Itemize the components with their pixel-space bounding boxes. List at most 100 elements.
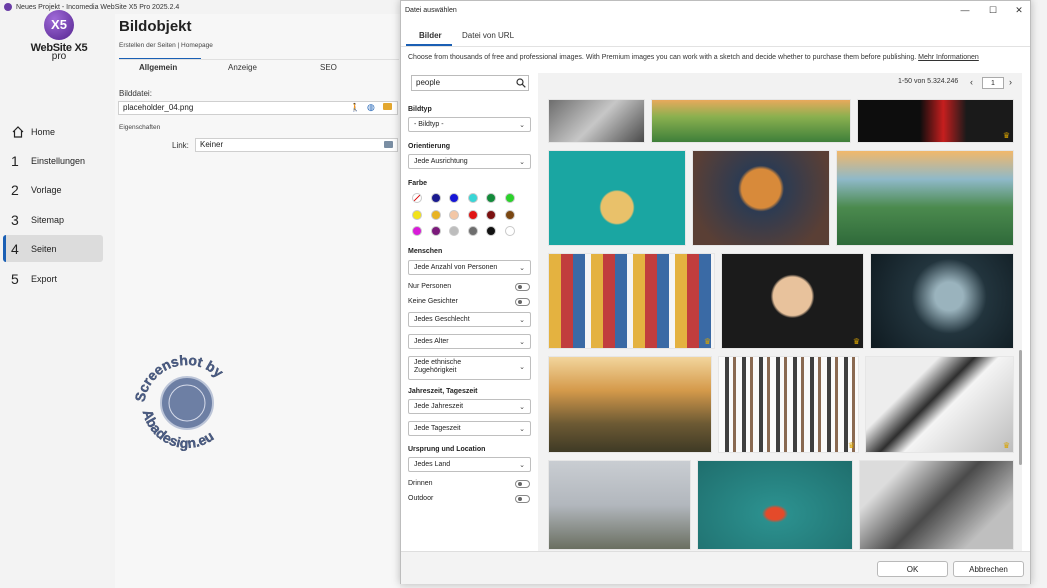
close-icon[interactable]: ✕ (1012, 3, 1026, 17)
nav-item-export[interactable]: 5 Export (3, 265, 103, 292)
image-thumb[interactable] (548, 99, 645, 143)
crown-icon: ♛ (852, 337, 860, 346)
nav-item-home[interactable]: Home (3, 118, 103, 145)
select-value: Jede Anzahl von Personen (414, 264, 498, 271)
minimize-button[interactable]: — (958, 3, 972, 17)
nav-item-sitemap[interactable]: 3 Sitemap (3, 206, 103, 233)
color-label: Farbe (408, 180, 428, 187)
color-swatch[interactable] (449, 193, 459, 203)
chevron-down-icon: ⌄ (519, 317, 525, 324)
page-input[interactable]: 1 (982, 77, 1004, 89)
color-swatch[interactable] (504, 226, 515, 236)
search-input[interactable]: people (411, 75, 529, 91)
gender-select[interactable]: Jedes Geschlecht ⌄ (408, 312, 531, 327)
nav-number: 5 (11, 270, 19, 287)
app-logo-icon (4, 3, 12, 11)
nav-item-vorlage[interactable]: 2 Vorlage (3, 176, 103, 203)
info-link[interactable]: Mehr Informationen (918, 54, 979, 61)
tab-bilder[interactable]: Bilder (419, 31, 442, 40)
image-thumb[interactable] (692, 150, 830, 246)
select-value: - Bildtyp - (414, 121, 444, 128)
prev-page-button[interactable]: ‹ (970, 77, 973, 87)
color-swatch[interactable] (430, 209, 441, 220)
search-icon[interactable] (516, 78, 526, 88)
color-swatch[interactable] (486, 209, 496, 220)
origin-label: Ursprung und Location (408, 446, 486, 453)
only-people-toggle[interactable] (515, 283, 530, 291)
tab-allgemein[interactable]: Allgemein (139, 63, 177, 72)
season-select[interactable]: Jede Jahreszeit ⌄ (408, 399, 531, 414)
bildtyp-label: Bildtyp (408, 106, 432, 113)
select-value: Jedes Geschlecht (414, 316, 470, 323)
daytime-select[interactable]: Jede Tageszeit ⌄ (408, 421, 531, 436)
tab-datei-von-url[interactable]: Datei von URL (462, 31, 514, 40)
people-label: Menschen (408, 248, 443, 255)
image-thumb[interactable] (836, 150, 1014, 246)
color-swatch[interactable] (412, 209, 422, 220)
image-thumb[interactable]: ♛ (548, 253, 715, 349)
color-swatch[interactable] (412, 226, 422, 236)
outdoor-toggle[interactable] (515, 495, 530, 503)
link-label: Link: (172, 141, 189, 150)
tab-anzeige[interactable]: Anzeige (228, 63, 257, 72)
nav-item-seiten[interactable]: 4 Seiten (3, 235, 103, 262)
image-thumb[interactable]: ♛ (718, 356, 859, 453)
color-swatch[interactable] (504, 193, 515, 203)
person-icon[interactable]: 🚶 (350, 103, 360, 112)
nav-label: Export (31, 273, 58, 284)
home-icon (12, 125, 24, 138)
select-value: Jede Jahreszeit (414, 403, 464, 410)
color-swatch[interactable] (449, 209, 459, 220)
image-thumb[interactable] (859, 460, 1014, 550)
image-thumb[interactable]: ♛ (857, 99, 1014, 143)
color-swatch[interactable] (449, 226, 459, 236)
link-edit-icon[interactable] (384, 141, 393, 148)
color-swatch[interactable] (467, 226, 478, 236)
image-thumb[interactable]: ♛ (721, 253, 864, 349)
image-thumb[interactable] (651, 99, 851, 143)
chevron-down-icon: ⌄ (519, 159, 525, 166)
color-swatch[interactable] (467, 209, 478, 220)
filter-panel (401, 70, 538, 550)
no-faces-toggle[interactable] (515, 298, 530, 306)
color-swatch-none[interactable] (412, 193, 422, 203)
orientation-select[interactable]: Jede Ausrichtung ⌄ (408, 154, 531, 169)
ok-button[interactable]: OK (877, 561, 948, 577)
dialog-title: Datei auswählen (405, 7, 457, 14)
color-swatch[interactable] (467, 193, 478, 203)
next-page-button[interactable]: › (1009, 77, 1012, 87)
indoor-toggle[interactable] (515, 480, 530, 488)
select-value-line2: Zugehörigkeit (414, 367, 457, 374)
logo-badge: X5 (44, 10, 74, 40)
image-thumb[interactable] (548, 460, 691, 550)
people-count-select[interactable]: Jede Anzahl von Personen ⌄ (408, 260, 531, 275)
nav-item-einstellungen[interactable]: 1 Einstellungen (3, 147, 103, 174)
chevron-down-icon: ⌄ (519, 426, 525, 433)
info-text: Choose from thousands of free and profes… (408, 54, 979, 61)
color-swatch[interactable] (486, 226, 496, 236)
nav-label: Seiten (31, 243, 57, 254)
color-swatch[interactable] (430, 193, 441, 203)
age-select[interactable]: Jedes Alter ⌄ (408, 334, 531, 349)
globe-icon[interactable]: ◍ (367, 102, 375, 113)
color-swatch[interactable] (486, 193, 496, 203)
image-thumb[interactable] (870, 253, 1014, 349)
ethnicity-select[interactable]: Jede ethnische Zugehörigkeit ⌄ (408, 356, 531, 380)
color-swatch[interactable] (504, 209, 515, 220)
image-thumb[interactable] (697, 460, 853, 550)
cancel-button[interactable]: Abbrechen (953, 561, 1024, 577)
image-thumb[interactable] (548, 356, 712, 453)
folder-icon[interactable] (383, 103, 392, 110)
crown-icon: ♛ (847, 441, 855, 450)
bildtyp-select[interactable]: - Bildtyp - ⌄ (408, 117, 531, 132)
link-field[interactable]: Keiner (195, 138, 398, 152)
sidebar (0, 14, 115, 588)
results-scrollbar[interactable] (1019, 350, 1022, 465)
country-select[interactable]: Jedes Land ⌄ (408, 457, 531, 472)
tab-seo[interactable]: SEO (320, 63, 337, 72)
color-swatch[interactable] (430, 226, 441, 236)
maximize-button[interactable]: ☐ (986, 3, 1000, 17)
image-thumb[interactable] (548, 150, 686, 246)
nav-label: Sitemap (31, 214, 65, 225)
image-thumb[interactable]: ♛ (865, 356, 1014, 453)
